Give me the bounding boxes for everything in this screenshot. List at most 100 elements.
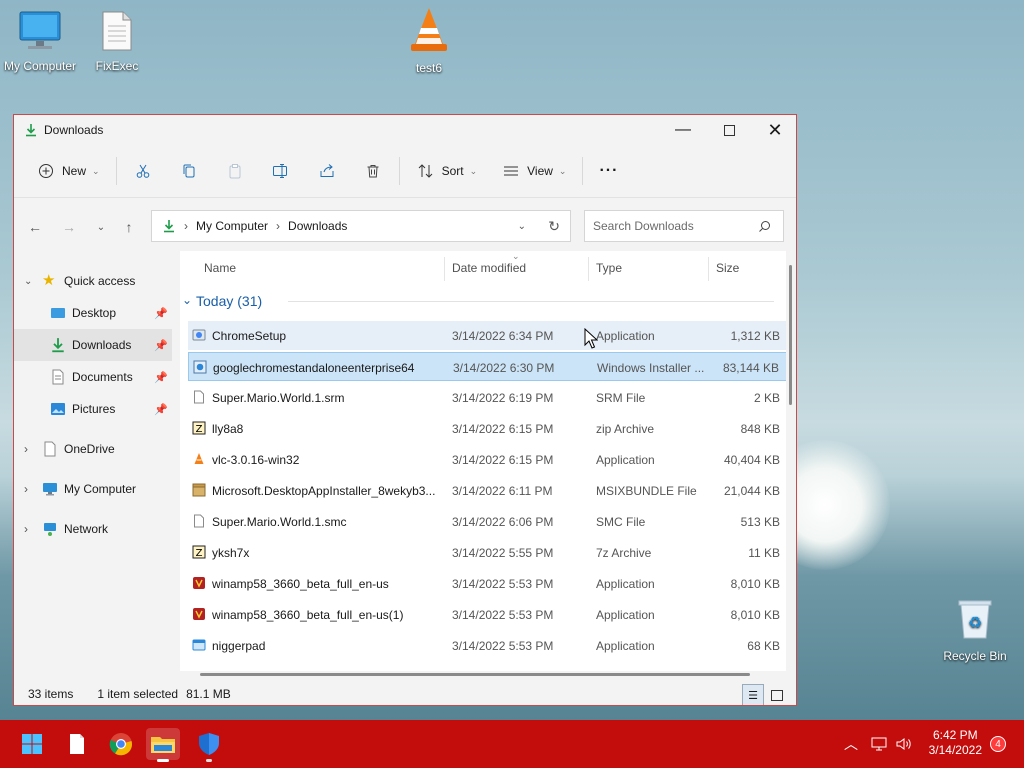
rename-button[interactable] — [265, 155, 297, 187]
file-type: Application — [596, 453, 655, 467]
document-icon — [77, 10, 157, 55]
taskbar-clock[interactable]: 6:42 PM 3/14/2022 — [929, 728, 982, 758]
column-header-name[interactable]: Name — [204, 261, 236, 275]
file-row[interactable]: Zyksh7x 3/14/2022 5:55 PM 7z Archive 11 KB — [188, 538, 786, 567]
sidebar-item-quick-access[interactable]: ⌄ ★ Quick access — [14, 265, 172, 297]
pin-icon[interactable]: 📌 — [154, 371, 168, 384]
desktop-icon-my-computer[interactable]: My Computer — [0, 10, 80, 73]
file-row[interactable]: ChromeSetup 3/14/2022 6:34 PM Application 1… — [188, 321, 786, 350]
desktop-icon-label: test6 — [415, 61, 442, 75]
more-options-button[interactable]: ··· — [593, 155, 624, 187]
search-input[interactable]: Search Downloads — [593, 219, 694, 233]
recent-locations-button[interactable]: ⌄ — [90, 216, 112, 238]
zip-icon: Z — [192, 421, 206, 435]
chevron-right-icon: › — [276, 219, 281, 233]
desktop-icon-test6[interactable]: test6 — [389, 6, 469, 75]
tiles-view-button[interactable] — [766, 684, 788, 705]
file-type: Application — [596, 608, 655, 622]
trash-icon — [363, 161, 383, 181]
breadcrumb-my-computer[interactable]: My Computer — [196, 219, 268, 233]
file-date-modified: 3/14/2022 5:55 PM — [452, 546, 554, 560]
volume-tray-icon[interactable] — [895, 720, 913, 768]
documents-icon — [52, 369, 64, 385]
document-icon — [44, 441, 56, 457]
file-row[interactable]: niggerpad 3/14/2022 5:53 PM Application 68 … — [188, 631, 786, 660]
start-button[interactable] — [15, 728, 49, 760]
sidebar-item-documents[interactable]: Documents 📌 — [14, 361, 172, 393]
new-button[interactable]: New ⌄ — [30, 155, 106, 187]
file-name: ChromeSetup — [212, 329, 287, 343]
file-row[interactable]: Super.Mario.World.1.smc 3/14/2022 6:06 PM… — [188, 507, 786, 536]
chevron-down-icon: ⌄ — [24, 275, 33, 287]
pin-icon[interactable]: 📌 — [154, 403, 168, 416]
taskbar-file-explorer-button[interactable] — [146, 728, 180, 762]
taskbar-chrome-button[interactable] — [104, 728, 138, 760]
address-bar[interactable]: › My Computer › Downloads ⌄ ↻ — [151, 210, 571, 242]
search-box[interactable]: Search Downloads — [584, 210, 784, 242]
sidebar-item-desktop[interactable]: Desktop 📌 — [14, 297, 172, 329]
share-button[interactable] — [311, 155, 343, 187]
column-header-size[interactable]: Size — [716, 261, 739, 275]
file-name: winamp58_3660_beta_full_en-us — [212, 577, 389, 591]
group-header-today[interactable]: ⌄ Today (31) — [180, 291, 786, 315]
taskbar-notepad-button[interactable] — [60, 728, 94, 760]
file-row[interactable]: googlechromestandaloneenterprise64 3/14/2… — [188, 352, 786, 381]
cut-button[interactable] — [127, 155, 159, 187]
column-divider[interactable] — [444, 257, 445, 281]
address-history-dropdown[interactable]: ⌄ — [518, 221, 526, 232]
column-divider[interactable] — [588, 257, 589, 281]
desktop-icon-recycle-bin[interactable]: ♻ Recycle Bin — [934, 598, 1016, 663]
forward-button[interactable]: → — [58, 216, 80, 238]
sort-arrows-icon — [416, 161, 436, 181]
up-button[interactable]: ↑ — [118, 216, 140, 238]
taskbar-security-button[interactable] — [192, 728, 226, 762]
file-list: Name ⌄ Date modified Type Size ⌄ Today (… — [180, 251, 786, 671]
breadcrumb-downloads[interactable]: Downloads — [288, 219, 347, 233]
file-size: 40,404 KB — [723, 453, 780, 467]
close-button[interactable]: ✕ — [752, 115, 796, 145]
back-button[interactable]: ← — [24, 216, 46, 238]
column-divider[interactable] — [708, 257, 709, 281]
column-header-type[interactable]: Type — [596, 261, 622, 275]
network-status-icon — [871, 737, 887, 751]
sidebar-item-pictures[interactable]: Pictures 📌 — [14, 393, 172, 425]
file-date-modified: 3/14/2022 6:15 PM — [452, 422, 554, 436]
notification-badge[interactable]: 4 — [990, 736, 1006, 752]
sort-button[interactable]: Sort ⌄ — [410, 155, 484, 187]
file-size: 11 KB — [748, 546, 780, 560]
view-button[interactable]: View ⌄ — [495, 155, 572, 187]
sidebar-item-onedrive[interactable]: › OneDrive — [14, 433, 172, 465]
paste-button[interactable] — [219, 155, 251, 187]
file-row[interactable]: Microsoft.DesktopAppInstaller_8wekyb3...… — [188, 476, 786, 505]
file-row[interactable]: Zlly8a8 3/14/2022 6:15 PM zip Archive 848 K… — [188, 414, 786, 443]
file-row[interactable]: winamp58_3660_beta_full_en-us 3/14/2022 5… — [188, 569, 786, 598]
file-date-modified: 3/14/2022 6:11 PM — [452, 484, 553, 498]
folder-icon — [151, 737, 175, 753]
document-icon — [70, 734, 84, 754]
horizontal-scrollbar[interactable] — [200, 673, 750, 676]
copy-button[interactable] — [173, 155, 205, 187]
speaker-icon — [896, 738, 911, 750]
refresh-icon[interactable]: ↻ — [548, 218, 560, 235]
pin-icon[interactable]: 📌 — [154, 307, 168, 320]
file-row[interactable]: vlc-3.0.16-win32 3/14/2022 6:15 PM Applica… — [188, 445, 786, 474]
desktop-icon-fixexec[interactable]: FixExec — [77, 10, 157, 73]
clock-date: 3/14/2022 — [928, 743, 982, 757]
file-row[interactable]: Super.Mario.World.1.srm 3/14/2022 6:19 PM… — [188, 383, 786, 412]
delete-button[interactable] — [357, 155, 389, 187]
sidebar-label: Network — [64, 522, 109, 536]
pin-icon[interactable]: 📌 — [154, 339, 168, 352]
network-tray-icon[interactable] — [870, 720, 888, 768]
column-header-date[interactable]: Date modified — [452, 261, 526, 275]
sidebar-item-network[interactable]: › Network — [14, 513, 172, 545]
tray-overflow-button[interactable]: ︿ — [844, 720, 858, 768]
share-icon — [317, 161, 337, 181]
file-row[interactable]: winamp58_3660_beta_full_en-us(1) 3/14/202… — [188, 600, 786, 629]
maximize-button[interactable] — [706, 115, 752, 145]
vertical-scrollbar[interactable] — [789, 265, 792, 405]
minimize-button[interactable]: — — [660, 115, 706, 145]
toolbar-divider — [398, 157, 400, 185]
details-view-button[interactable]: ☰ — [742, 684, 764, 705]
sidebar-item-downloads[interactable]: Downloads 📌 — [14, 329, 172, 361]
sidebar-item-my-computer[interactable]: › My Computer — [14, 473, 172, 505]
